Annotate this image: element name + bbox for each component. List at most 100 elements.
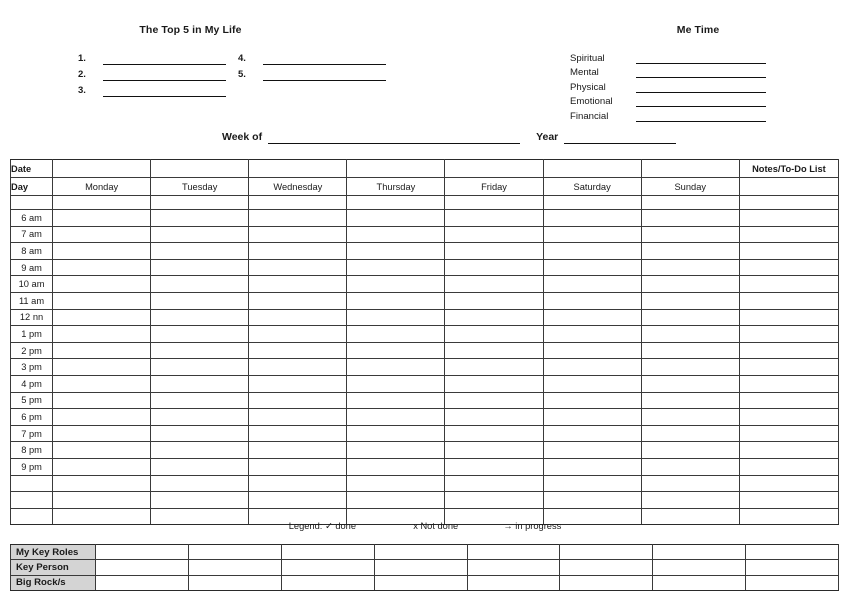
- me-time-row-emotional[interactable]: Emotional: [570, 93, 780, 108]
- schedule-cell[interactable]: [346, 441, 446, 459]
- date-input-cell[interactable]: [346, 159, 446, 178]
- schedule-cell[interactable]: [52, 325, 152, 343]
- bottom-input-cell[interactable]: [652, 574, 747, 592]
- schedule-cell[interactable]: [248, 225, 348, 244]
- schedule-cell[interactable]: [248, 408, 348, 426]
- schedule-cell[interactable]: [542, 374, 642, 393]
- schedule-cell[interactable]: [52, 374, 152, 393]
- schedule-cell[interactable]: [346, 242, 446, 260]
- schedule-cell[interactable]: [248, 441, 348, 459]
- schedule-cell[interactable]: [640, 374, 740, 393]
- schedule-cell[interactable]: [444, 258, 544, 277]
- schedule-cell[interactable]: [444, 275, 544, 293]
- bottom-input-cell[interactable]: [373, 574, 468, 592]
- me-time-row-spiritual[interactable]: Spiritual: [570, 49, 780, 64]
- notes-todo-cell[interactable]: [738, 358, 840, 376]
- schedule-cell[interactable]: [248, 474, 348, 493]
- notes-todo-cell[interactable]: [738, 195, 840, 210]
- schedule-cell[interactable]: [444, 195, 544, 210]
- me-time-blank-line-financial[interactable]: [636, 110, 766, 122]
- schedule-cell[interactable]: [640, 391, 740, 410]
- top-5-item-5[interactable]: 5.: [238, 65, 398, 81]
- bottom-input-cell[interactable]: [95, 574, 189, 592]
- schedule-cell[interactable]: [640, 308, 740, 327]
- schedule-cell[interactable]: [52, 424, 152, 443]
- schedule-cell[interactable]: [444, 341, 544, 360]
- me-time-blank-line-physical[interactable]: [636, 81, 766, 93]
- schedule-cell[interactable]: [542, 308, 642, 327]
- schedule-cell[interactable]: [640, 291, 740, 310]
- schedule-cell[interactable]: [150, 258, 250, 277]
- schedule-cell[interactable]: [346, 258, 446, 277]
- schedule-cell[interactable]: [52, 474, 152, 493]
- schedule-cell[interactable]: [150, 408, 250, 426]
- schedule-cell[interactable]: [248, 491, 348, 509]
- schedule-cell[interactable]: [640, 358, 740, 376]
- notes-todo-cell[interactable]: [738, 391, 840, 410]
- me-time-row-mental[interactable]: Mental: [570, 64, 780, 79]
- schedule-cell[interactable]: [444, 457, 544, 476]
- date-input-cell[interactable]: [150, 159, 250, 178]
- schedule-cell[interactable]: [150, 491, 250, 509]
- notes-todo-cell[interactable]: [738, 325, 840, 343]
- bottom-input-cell[interactable]: [745, 543, 839, 561]
- schedule-cell[interactable]: [444, 391, 544, 410]
- bottom-input-cell[interactable]: [280, 543, 375, 561]
- schedule-cell[interactable]: [444, 358, 544, 376]
- bottom-input-cell[interactable]: [466, 574, 561, 592]
- schedule-cell[interactable]: [52, 408, 152, 426]
- schedule-cell[interactable]: [640, 209, 740, 227]
- top-5-item-2-blank-line[interactable]: [103, 68, 226, 81]
- notes-todo-cell[interactable]: [738, 177, 840, 196]
- date-input-cell[interactable]: [640, 159, 740, 178]
- schedule-cell[interactable]: [346, 374, 446, 393]
- schedule-cell[interactable]: [248, 195, 348, 210]
- year-blank-line[interactable]: [564, 130, 677, 144]
- schedule-cell[interactable]: [346, 424, 446, 443]
- bottom-input-cell[interactable]: [745, 559, 839, 576]
- top-5-item-3-blank-line[interactable]: [103, 84, 226, 97]
- schedule-cell[interactable]: [640, 325, 740, 343]
- schedule-cell[interactable]: [640, 474, 740, 493]
- schedule-cell[interactable]: [248, 242, 348, 260]
- notes-todo-cell[interactable]: [738, 275, 840, 293]
- me-time-row-financial[interactable]: Financial: [570, 107, 780, 122]
- schedule-cell[interactable]: [150, 225, 250, 244]
- schedule-cell[interactable]: [346, 308, 446, 327]
- schedule-cell[interactable]: [248, 291, 348, 310]
- bottom-input-cell[interactable]: [187, 559, 282, 576]
- schedule-cell[interactable]: [444, 242, 544, 260]
- schedule-cell[interactable]: [346, 408, 446, 426]
- schedule-cell[interactable]: [52, 258, 152, 277]
- bottom-input-cell[interactable]: [652, 543, 747, 561]
- schedule-cell[interactable]: [150, 275, 250, 293]
- schedule-cell[interactable]: [640, 225, 740, 244]
- schedule-cell[interactable]: [52, 358, 152, 376]
- notes-todo-cell[interactable]: [738, 408, 840, 426]
- bottom-input-cell[interactable]: [95, 543, 189, 561]
- schedule-cell[interactable]: [346, 491, 446, 509]
- week-of-blank-line[interactable]: [268, 130, 521, 144]
- bottom-input-cell[interactable]: [373, 543, 468, 561]
- schedule-cell[interactable]: [52, 209, 152, 227]
- schedule-cell[interactable]: [444, 474, 544, 493]
- schedule-cell[interactable]: [444, 325, 544, 343]
- schedule-cell[interactable]: [640, 424, 740, 443]
- schedule-cell[interactable]: [542, 195, 642, 210]
- schedule-cell[interactable]: [346, 325, 446, 343]
- schedule-cell[interactable]: [346, 291, 446, 310]
- notes-todo-cell[interactable]: [738, 441, 840, 459]
- me-time-row-physical[interactable]: Physical: [570, 78, 780, 93]
- schedule-cell[interactable]: [52, 242, 152, 260]
- notes-todo-cell[interactable]: [738, 491, 840, 509]
- schedule-cell[interactable]: [52, 308, 152, 327]
- date-input-cell[interactable]: [248, 159, 348, 178]
- schedule-cell[interactable]: [150, 195, 250, 210]
- schedule-cell[interactable]: [248, 209, 348, 227]
- schedule-cell[interactable]: [640, 242, 740, 260]
- bottom-input-cell[interactable]: [373, 559, 468, 576]
- schedule-cell[interactable]: [444, 308, 544, 327]
- notes-todo-cell[interactable]: [738, 474, 840, 493]
- top-5-item-4-blank-line[interactable]: [263, 52, 386, 65]
- notes-todo-cell[interactable]: [738, 225, 840, 244]
